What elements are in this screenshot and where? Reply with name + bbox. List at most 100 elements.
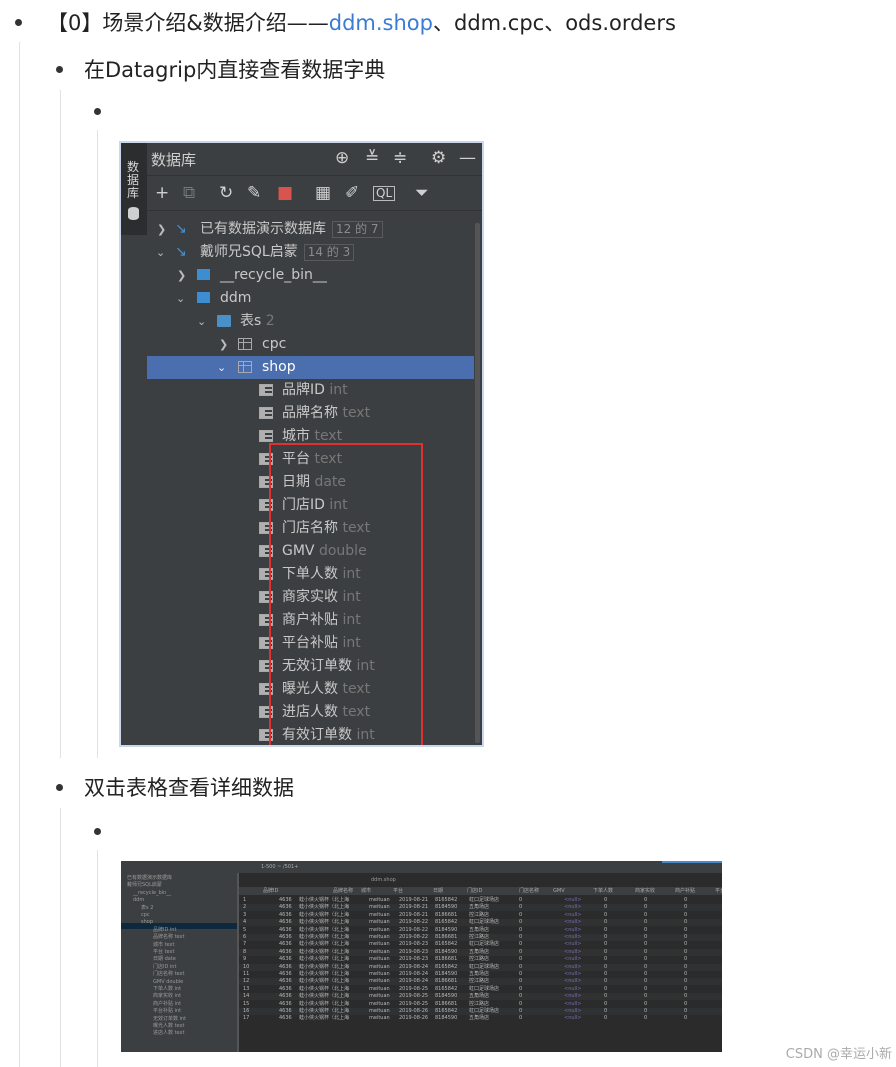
grid-cell[interactable]: 4636 xyxy=(279,978,292,985)
grid-cell[interactable]: <null> xyxy=(564,1015,582,1022)
grid-tree-item[interactable]: 商户补贴 int xyxy=(153,1001,181,1007)
grid-cell[interactable]: 0 xyxy=(684,904,687,911)
grid-cell[interactable]: 0 xyxy=(644,964,647,971)
grid-cell[interactable]: 13 xyxy=(243,986,249,993)
grid-cell[interactable]: 蛙小侠火锅杯（北上海 xyxy=(299,919,349,926)
grid-cell[interactable]: 控江路店 xyxy=(469,1001,489,1008)
grid-cell[interactable]: 0 xyxy=(644,927,647,934)
grid-cell[interactable]: 0 xyxy=(519,986,522,993)
grid-cell[interactable]: 0 xyxy=(519,897,522,904)
edit-icon[interactable]: ✐ xyxy=(345,183,359,203)
grid-cell[interactable]: 蛙小侠火锅杯（北上海 xyxy=(299,1001,349,1008)
grid-cell[interactable]: 14 xyxy=(243,993,249,1000)
grid-column-header[interactable]: 日期 xyxy=(433,887,443,895)
grid-cell[interactable]: 0 xyxy=(684,978,687,985)
grid-cell[interactable]: 0 xyxy=(644,934,647,941)
grid-cell[interactable]: 3 xyxy=(243,912,246,919)
grid-cell[interactable]: meituan xyxy=(369,904,390,911)
grid-cell[interactable]: 16 xyxy=(243,1008,249,1015)
grid-cell[interactable]: 0 xyxy=(604,904,607,911)
column-item[interactable]: 品牌名称 text xyxy=(147,402,474,425)
grid-cell[interactable]: 0 xyxy=(604,986,607,993)
table-icon[interactable]: ▦ xyxy=(315,183,331,203)
grid-cell[interactable]: 2019-08-24 xyxy=(399,971,428,978)
grid-cell[interactable]: 9 xyxy=(243,956,246,963)
grid-cell[interactable]: 0 xyxy=(519,904,522,911)
grid-cell[interactable]: 控江路店 xyxy=(469,912,489,919)
stop-icon[interactable]: ■ xyxy=(277,183,293,203)
grid-cell[interactable]: 4636 xyxy=(279,897,292,904)
grid-cell[interactable]: 控江路店 xyxy=(469,956,489,963)
grid-cell[interactable]: 8186681 xyxy=(435,912,457,919)
grid-cell[interactable]: 0 xyxy=(604,941,607,948)
grid-cell[interactable]: meituan xyxy=(369,993,390,1000)
grid-cell[interactable]: 2019-08-25 xyxy=(399,1001,428,1008)
grid-row[interactable]: 7 4636 蛙小侠火锅杯（北上海 meituan 2019-08-23 8165842 虹… xyxy=(239,941,722,948)
grid-cell[interactable]: 12 xyxy=(243,978,249,985)
grid-cell[interactable]: 0 xyxy=(644,897,647,904)
scrollbar[interactable] xyxy=(475,223,480,743)
grid-cell[interactable]: meituan xyxy=(369,941,390,948)
grid-tree-item[interactable]: 门店名称 text xyxy=(153,971,184,977)
grid-cell[interactable]: 五角场店 xyxy=(469,927,489,934)
grid-cell[interactable]: 五角场店 xyxy=(469,1015,489,1022)
grid-column-header[interactable]: 门店名称 xyxy=(519,887,539,895)
grid-cell[interactable]: 17 xyxy=(243,1015,249,1022)
grid-tree-item[interactable]: 戴师兄SQL启蒙 xyxy=(127,882,162,888)
grid-cell[interactable]: meituan xyxy=(369,986,390,993)
chevron-right-icon[interactable]: ❯ xyxy=(157,218,166,241)
column-item[interactable]: 品牌ID int xyxy=(147,379,474,402)
grid-cell[interactable]: <null> xyxy=(564,986,582,993)
grid-cell[interactable]: 0 xyxy=(519,912,522,919)
grid-cell[interactable]: 蛙小侠火锅杯（北上海 xyxy=(299,897,349,904)
grid-cell[interactable]: 0 xyxy=(644,993,647,1000)
grid-cell[interactable]: 0 xyxy=(519,956,522,963)
chevron-right-icon[interactable]: ❯ xyxy=(219,333,228,356)
grid-cell[interactable]: 2019-08-26 xyxy=(399,1008,428,1015)
grid-cell[interactable]: 0 xyxy=(604,927,607,934)
grid-cell[interactable]: 4636 xyxy=(279,956,292,963)
grid-tree-item[interactable]: 无效订单数 int xyxy=(153,1016,186,1022)
grid-cell[interactable]: 蛙小侠火锅杯（北上海 xyxy=(299,986,349,993)
sql-icon[interactable]: QL xyxy=(373,186,396,201)
grid-cell[interactable]: 虹口足球场店 xyxy=(469,941,499,948)
grid-cell[interactable]: 蛙小侠火锅杯（北上海 xyxy=(299,993,349,1000)
grid-cell[interactable]: 蛙小侠火锅杯（北上海 xyxy=(299,904,349,911)
grid-cell[interactable]: 0 xyxy=(684,986,687,993)
grid-cell[interactable]: 蛙小侠火锅杯（北上海 xyxy=(299,934,349,941)
grid-cell[interactable]: 4636 xyxy=(279,993,292,1000)
grid-cell[interactable]: 0 xyxy=(604,978,607,985)
grid-cell[interactable]: <null> xyxy=(564,964,582,971)
grid-cell[interactable]: <null> xyxy=(564,949,582,956)
grid-cell[interactable]: 4636 xyxy=(279,919,292,926)
grid-cell[interactable]: 2019-08-25 xyxy=(399,993,428,1000)
grid-cell[interactable]: 2 xyxy=(243,904,246,911)
grid-cell[interactable]: 0 xyxy=(684,993,687,1000)
grid-row[interactable]: 12 4636 蛙小侠火锅杯（北上海 meituan 2019-08-24 8186681… xyxy=(239,978,722,986)
grid-cell[interactable]: 0 xyxy=(684,1008,687,1015)
expand-all-icon[interactable]: ≚ xyxy=(365,148,379,168)
chevron-right-icon[interactable]: ❯ xyxy=(177,264,186,287)
refresh-icon[interactable]: ↻ xyxy=(219,183,233,203)
grid-row[interactable]: 14 4636 蛙小侠火锅杯（北上海 meituan 2019-08-25 8184590… xyxy=(239,993,722,1001)
grid-cell[interactable]: 4636 xyxy=(279,912,292,919)
grid-cell[interactable]: <null> xyxy=(564,971,582,978)
grid-cell[interactable]: 4636 xyxy=(279,964,292,971)
minimize-icon[interactable]: — xyxy=(459,148,476,168)
grid-cell[interactable]: 虹口足球场店 xyxy=(469,964,499,971)
grid-cell[interactable]: 4636 xyxy=(279,941,292,948)
grid-row[interactable]: 13 4636 蛙小侠火锅杯（北上海 meituan 2019-08-25 8165842… xyxy=(239,986,722,993)
grid-cell[interactable]: 2019-08-21 xyxy=(399,904,428,911)
tree-item-datasource-1[interactable]: ❯ ↘ 已有数据演示数据库 12 的 7 xyxy=(147,218,474,241)
grid-tree-item[interactable]: 门店ID int xyxy=(153,964,176,970)
grid-tree-item[interactable]: 品牌名称 text xyxy=(153,934,184,940)
grid-cell[interactable]: 0 xyxy=(684,897,687,904)
grid-column-header[interactable]: 平台补贴 xyxy=(715,887,722,895)
grid-cell[interactable]: <null> xyxy=(564,978,582,985)
grid-cell[interactable]: 0 xyxy=(519,927,522,934)
grid-cell[interactable]: 2019-08-21 xyxy=(399,897,428,904)
grid-cell[interactable]: 4636 xyxy=(279,904,292,911)
grid-cell[interactable]: 蛙小侠火锅杯（北上海 xyxy=(299,941,349,948)
grid-cell[interactable]: meituan xyxy=(369,912,390,919)
grid-cell[interactable]: 五角场店 xyxy=(469,949,489,956)
